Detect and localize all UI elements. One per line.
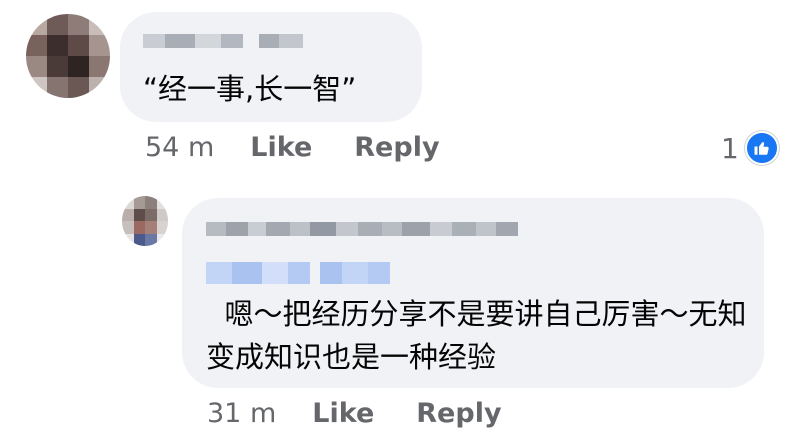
comment-time[interactable]: 31 m [207,398,276,429]
reply-button[interactable]: Reply [416,398,501,429]
comment-text: “经一事,长一智” [143,72,357,106]
comment-actions: 54 m Like Reply [145,132,482,163]
avatar[interactable] [122,196,168,246]
comment-text-body: 嗯～把经历分享不是要讲自己厉害～无知变成知识也是一种经验 [206,297,747,374]
author-name-redacted[interactable] [143,34,303,48]
thumbs-up-icon [744,131,779,165]
avatar[interactable] [26,14,110,98]
comment-time[interactable]: 54 m [145,132,214,163]
reaction-summary[interactable]: 1 [721,131,779,165]
comment-text: 嗯～把经历分享不是要讲自己厉害～无知变成知识也是一种经验 [206,250,751,379]
like-button[interactable]: Like [312,398,374,429]
comment-actions: 31 m Like Reply [207,398,544,429]
like-button[interactable]: Like [250,132,312,163]
reaction-count: 1 [721,131,739,165]
author-name-redacted[interactable] [206,222,518,236]
reply-button[interactable]: Reply [354,132,439,163]
